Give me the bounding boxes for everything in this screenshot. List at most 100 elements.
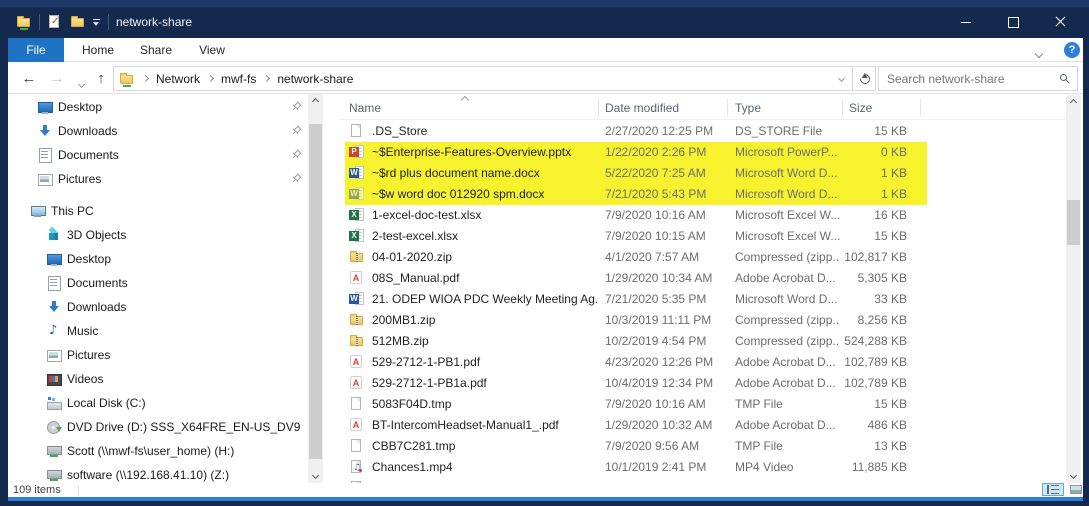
file-row[interactable]: 5083F04D.tmp7/9/2020 10:16 AMTMP File15 …: [340, 394, 1066, 415]
file-row[interactable]: 200MB1.zip10/3/2019 11:11 PMCompressed (…: [340, 310, 1066, 331]
separator: [108, 14, 109, 30]
address-bar[interactable]: Network mwf-fs network-share: [113, 66, 853, 91]
sidebar-item-dvd-drive-d-sss-x64fre-en-us-dv9[interactable]: DVD Drive (D:) SSS_X64FRE_EN-US_DV9: [8, 415, 308, 439]
sidebar-item-software-192-168-41-10-z[interactable]: software (\\192.168.41.10) (Z:): [8, 463, 308, 483]
scroll-down-button[interactable]: [1066, 468, 1081, 483]
refresh-button[interactable]: [854, 66, 876, 91]
sidebar-item-videos[interactable]: Videos: [8, 367, 308, 391]
scrollbar-thumb[interactable]: [309, 124, 322, 459]
ribbon-expand-button[interactable]: [1036, 46, 1048, 56]
sidebar-item-label: Downloads: [67, 295, 126, 319]
zip-icon: [349, 333, 365, 349]
sidebar-item-label: Documents: [67, 271, 128, 295]
status-bar: 109 items: [8, 483, 1083, 497]
file-date: 4/23/2020 12:26 PM: [605, 352, 730, 373]
view-thumbnails-button[interactable]: [1065, 483, 1087, 496]
back-button[interactable]: ←: [18, 68, 40, 90]
tab-share[interactable]: Share: [128, 38, 184, 62]
sidebar-item-this-pc[interactable]: This PC: [8, 199, 308, 223]
sidebar-item-local-disk-c[interactable]: Local Disk (C:): [8, 391, 308, 415]
search-icon[interactable]: [1060, 74, 1067, 81]
sidebar-item-downloads[interactable]: Downloads: [8, 295, 308, 319]
file-row[interactable]: W~$rd plus document name.docx5/22/2020 7…: [340, 163, 1066, 184]
file-row[interactable]: X2-test-excel.xlsx7/9/2020 10:15 AMMicro…: [340, 226, 1066, 247]
file-row[interactable]: 512MB.zip10/2/2019 4:54 PMCompressed (zi…: [340, 331, 1066, 352]
sidebar-scrollbar[interactable]: [308, 94, 323, 483]
maximize-button[interactable]: [990, 7, 1036, 37]
sidebar-item-downloads[interactable]: Downloads: [8, 119, 308, 143]
sidebar-item-scott-mwf-fs-user-home-h[interactable]: Scott (\\mwf-fs\user_home) (H:): [8, 439, 308, 463]
help-button[interactable]: ?: [1064, 42, 1080, 58]
breadcrumb-item-network[interactable]: Network: [156, 72, 200, 86]
scroll-up-button[interactable]: [308, 94, 323, 109]
file-name: 529-2712-1-PB1.pdf: [372, 352, 597, 373]
column-header-size[interactable]: Size: [849, 99, 872, 117]
tab-file[interactable]: File: [8, 38, 64, 62]
file-size: 15 KB: [825, 121, 907, 142]
list-scrollbar[interactable]: [1066, 95, 1081, 483]
sidebar-item-documents[interactable]: Documents: [8, 143, 308, 167]
file-row[interactable]: A529-2712-1-PB1a.pdf10/4/2019 12:34 PMAd…: [340, 373, 1066, 394]
sidebar-item-desktop[interactable]: Desktop: [8, 247, 308, 271]
documents-icon: [46, 275, 62, 291]
sidebar-item-3d-objects[interactable]: 3D Objects: [8, 223, 308, 247]
file-list: .DS_Store2/27/2020 12:25 PMDS_STORE File…: [340, 121, 1066, 483]
network-drive-icon: [46, 443, 62, 459]
column-header-date[interactable]: Date modified: [605, 99, 679, 117]
tab-view[interactable]: View: [186, 38, 238, 62]
file-size: 102,789 KB: [825, 373, 907, 394]
file-row[interactable]: ♫Chances1.mp410/1/2019 2:41 PMMP4 Video1…: [340, 457, 1066, 478]
sidebar-item-label: DVD Drive (D:) SSS_X64FRE_EN-US_DV9: [67, 415, 300, 439]
file-row[interactable]: 04-01-2020.zip4/1/2020 7:57 AMCompressed…: [340, 247, 1066, 268]
up-button[interactable]: ↑: [90, 68, 112, 90]
sidebar-item-pictures[interactable]: Pictures: [8, 343, 308, 367]
pdf-icon: A: [349, 270, 365, 286]
navigation-toolbar: ← → ↑ Network mwf-fs network-share: [8, 63, 1083, 94]
scrollbar-thumb[interactable]: [1067, 200, 1080, 245]
close-button[interactable]: [1037, 7, 1083, 37]
file-row[interactable]: CBB7C281.tmp7/9/2020 9:56 AMTMP File13 K…: [340, 436, 1066, 457]
column-header-type[interactable]: Type: [735, 99, 761, 117]
search-input[interactable]: [887, 68, 1047, 89]
address-dropdown-icon[interactable]: [838, 75, 845, 82]
sidebar-item-documents[interactable]: Documents: [8, 271, 308, 295]
file-row[interactable]: ABT-IntercomHeadset-Manual1_.pdf1/29/202…: [340, 415, 1066, 436]
file-size: 1 KB: [825, 184, 907, 205]
check-document-icon[interactable]: [47, 14, 63, 30]
view-details-button[interactable]: [1042, 483, 1064, 496]
downloads-icon: [46, 299, 62, 315]
breadcrumb-item-folder[interactable]: network-share: [277, 72, 353, 86]
chevron-down-icon: [1035, 50, 1043, 58]
qat-dropdown-icon[interactable]: [93, 18, 101, 27]
sidebar-item-pictures[interactable]: Pictures: [8, 167, 308, 191]
folder-icon[interactable]: [70, 14, 86, 30]
word-icon: W: [349, 291, 365, 307]
file-name: 529-2712-1-PB1a.pdf: [372, 373, 597, 394]
recent-locations-button[interactable]: [70, 72, 92, 94]
tab-home[interactable]: Home: [70, 38, 126, 62]
pictures-icon: [37, 171, 53, 187]
chevron-down-icon: [77, 81, 84, 88]
file-row[interactable]: A08S_Manual.pdf1/29/2020 10:34 AMAdobe A…: [340, 268, 1066, 289]
scroll-down-button[interactable]: [308, 468, 323, 483]
column-header-name[interactable]: Name: [349, 99, 381, 117]
excel-icon: X: [349, 228, 365, 244]
file-row[interactable]: W~$w word doc 012920 spm.docx7/21/2020 5…: [340, 184, 1066, 205]
sidebar-item-desktop[interactable]: Desktop: [8, 95, 308, 119]
sidebar-item-music[interactable]: Music: [8, 319, 308, 343]
forward-button[interactable]: →: [46, 68, 68, 90]
breadcrumb-item-server[interactable]: mwf-fs: [221, 72, 256, 86]
file-row[interactable]: .DS_Store2/27/2020 12:25 PMDS_STORE File…: [340, 121, 1066, 142]
file-row[interactable]: A529-2712-1-PB1.pdf4/23/2020 12:26 PMAdo…: [340, 352, 1066, 373]
screenshot-root: { "window": { "title": "network-share" }…: [0, 0, 1089, 506]
file-row[interactable]: X1-excel-doc-test.xlsx7/9/2020 10:16 AMM…: [340, 205, 1066, 226]
file-date: 4/1/2020 7:57 AM: [605, 247, 730, 268]
address-folder-icon: [119, 71, 135, 87]
file-row[interactable]: P~$Enterprise-Features-Overview.pptx1/22…: [340, 142, 1066, 163]
file-row[interactable]: W21. ODEP WIOA PDC Weekly Meeting Ag...7…: [340, 289, 1066, 310]
scroll-up-button[interactable]: [1066, 95, 1081, 110]
desktop-icon: [37, 99, 53, 115]
minimize-button[interactable]: [943, 7, 989, 37]
pdf-icon: A: [349, 417, 365, 433]
downloads-icon: [37, 123, 53, 139]
